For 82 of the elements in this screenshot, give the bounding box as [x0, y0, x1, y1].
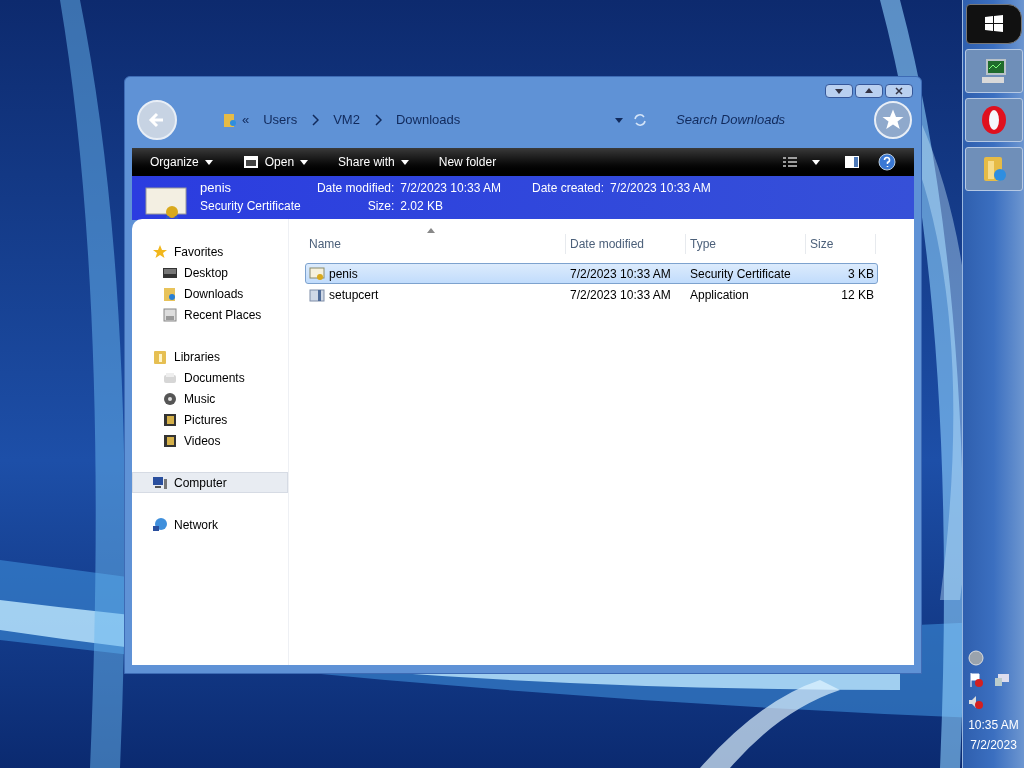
- sort-arrow-icon: [427, 228, 435, 233]
- circle-icon[interactable]: [968, 650, 984, 666]
- taskbar-button[interactable]: [964, 147, 1023, 191]
- file-type: Security Certificate: [200, 198, 302, 214]
- table-cell-text: Security Certificate: [689, 265, 792, 283]
- file-row[interactable]: penis 7/2/2023 10:33 AM Security Certificate 3 KB: [305, 263, 878, 284]
- maximize-icon: [865, 87, 873, 95]
- computer-icon: [152, 474, 168, 491]
- minimize-icon: [835, 87, 843, 95]
- clock-time[interactable]: 10:35 AM: [968, 716, 1019, 734]
- maximize-button[interactable]: [855, 84, 883, 98]
- table-cell-text: 3 KB: [847, 265, 875, 283]
- toolbar-button[interactable]: Share with: [338, 153, 409, 171]
- chevron-icon[interactable]: [311, 114, 320, 126]
- help-icon[interactable]: [878, 153, 896, 171]
- open-icon: [242, 154, 259, 170]
- column-header[interactable]: Type: [686, 234, 806, 254]
- toolbar-button[interactable]: New folder: [438, 153, 497, 171]
- toolbar-button[interactable]: Open: [242, 153, 309, 171]
- nav-item[interactable]: Libraries: [132, 346, 288, 367]
- nav-item[interactable]: Favorites: [132, 241, 288, 262]
- table-cell-text: 7/2/2023 10:33 AM: [569, 286, 672, 304]
- nav-item[interactable]: Recent Places: [132, 304, 288, 325]
- table-cell-text: Application: [689, 286, 750, 304]
- preview-pane-icon[interactable]: [844, 154, 860, 170]
- star-icon: [881, 108, 905, 132]
- table-cell-text: penis: [329, 265, 358, 283]
- taskbar-button[interactable]: [964, 98, 1023, 142]
- recent-places-icon: [162, 306, 178, 323]
- nav-item[interactable]: Documents: [132, 367, 288, 388]
- nav-item[interactable]: Desktop: [132, 262, 288, 283]
- clock-date[interactable]: 7/2/2023: [970, 736, 1017, 754]
- speaker-muted-icon[interactable]: [968, 694, 984, 710]
- dropdown-icon[interactable]: [614, 116, 624, 124]
- table-cell-text: 7/2/2023 10:33 AM: [569, 265, 672, 283]
- film-icon: [162, 432, 178, 449]
- close-button[interactable]: [885, 84, 913, 98]
- nav-item[interactable]: Pictures: [132, 409, 288, 430]
- detail-label: Date modified:: [315, 180, 395, 196]
- breadcrumb-item[interactable]: Downloads: [391, 110, 465, 130]
- folder-icon: [162, 285, 178, 302]
- column-header[interactable]: Date modified: [566, 234, 686, 254]
- film-icon: [162, 411, 178, 428]
- refresh-icon[interactable]: [632, 112, 648, 128]
- file-row[interactable]: setupcert 7/2/2023 10:33 AM Application 12 KB: [305, 284, 878, 305]
- nav-item[interactable]: Network: [132, 514, 288, 535]
- detail-value: 7/2/2023 10:33 AM: [610, 180, 711, 196]
- folder-icon: [222, 112, 238, 128]
- nav-item[interactable]: Computer: [132, 472, 288, 493]
- breadcrumb-item[interactable]: VM2: [329, 110, 364, 130]
- table-cell-text: setupcert: [329, 286, 379, 304]
- table-cell-text: 12 KB: [840, 286, 875, 304]
- taskbar-button[interactable]: [964, 49, 1023, 93]
- detail-value: 7/2/2023 10:33 AM: [400, 180, 503, 196]
- column-header[interactable]: Size: [806, 234, 876, 254]
- music-icon: [162, 390, 178, 407]
- column-header[interactable]: Name: [305, 234, 566, 254]
- minimize-button[interactable]: [825, 84, 853, 98]
- application-icon: [309, 286, 325, 303]
- library-icon: [152, 348, 168, 365]
- view-list-icon[interactable]: [782, 154, 798, 170]
- network-icon[interactable]: [994, 672, 1010, 688]
- caret-icon: [812, 158, 820, 166]
- detail-label: Date created:: [532, 180, 605, 196]
- nav-item[interactable]: Music: [132, 388, 288, 409]
- certificate-icon: [309, 265, 325, 282]
- chevron-icon[interactable]: [373, 114, 382, 126]
- nav-item[interactable]: Downloads: [132, 283, 288, 304]
- network-icon: [152, 516, 168, 533]
- nav-item[interactable]: Videos: [132, 430, 288, 451]
- breadcrumb-item[interactable]: Users: [259, 110, 302, 130]
- toolbar-button[interactable]: Organize: [150, 153, 213, 171]
- flag-icon[interactable]: [968, 672, 984, 688]
- detail-value: 2.02 KB: [400, 198, 444, 214]
- detail-label: Size:: [366, 198, 395, 214]
- back-button[interactable]: [137, 100, 177, 140]
- file-name: penis: [200, 180, 233, 196]
- search-field[interactable]: Search Downloads: [676, 110, 866, 130]
- breadcrumb-overflow[interactable]: «: [242, 110, 250, 130]
- star-icon: [152, 243, 168, 260]
- start-button[interactable]: [965, 4, 1022, 44]
- close-icon: [895, 87, 903, 95]
